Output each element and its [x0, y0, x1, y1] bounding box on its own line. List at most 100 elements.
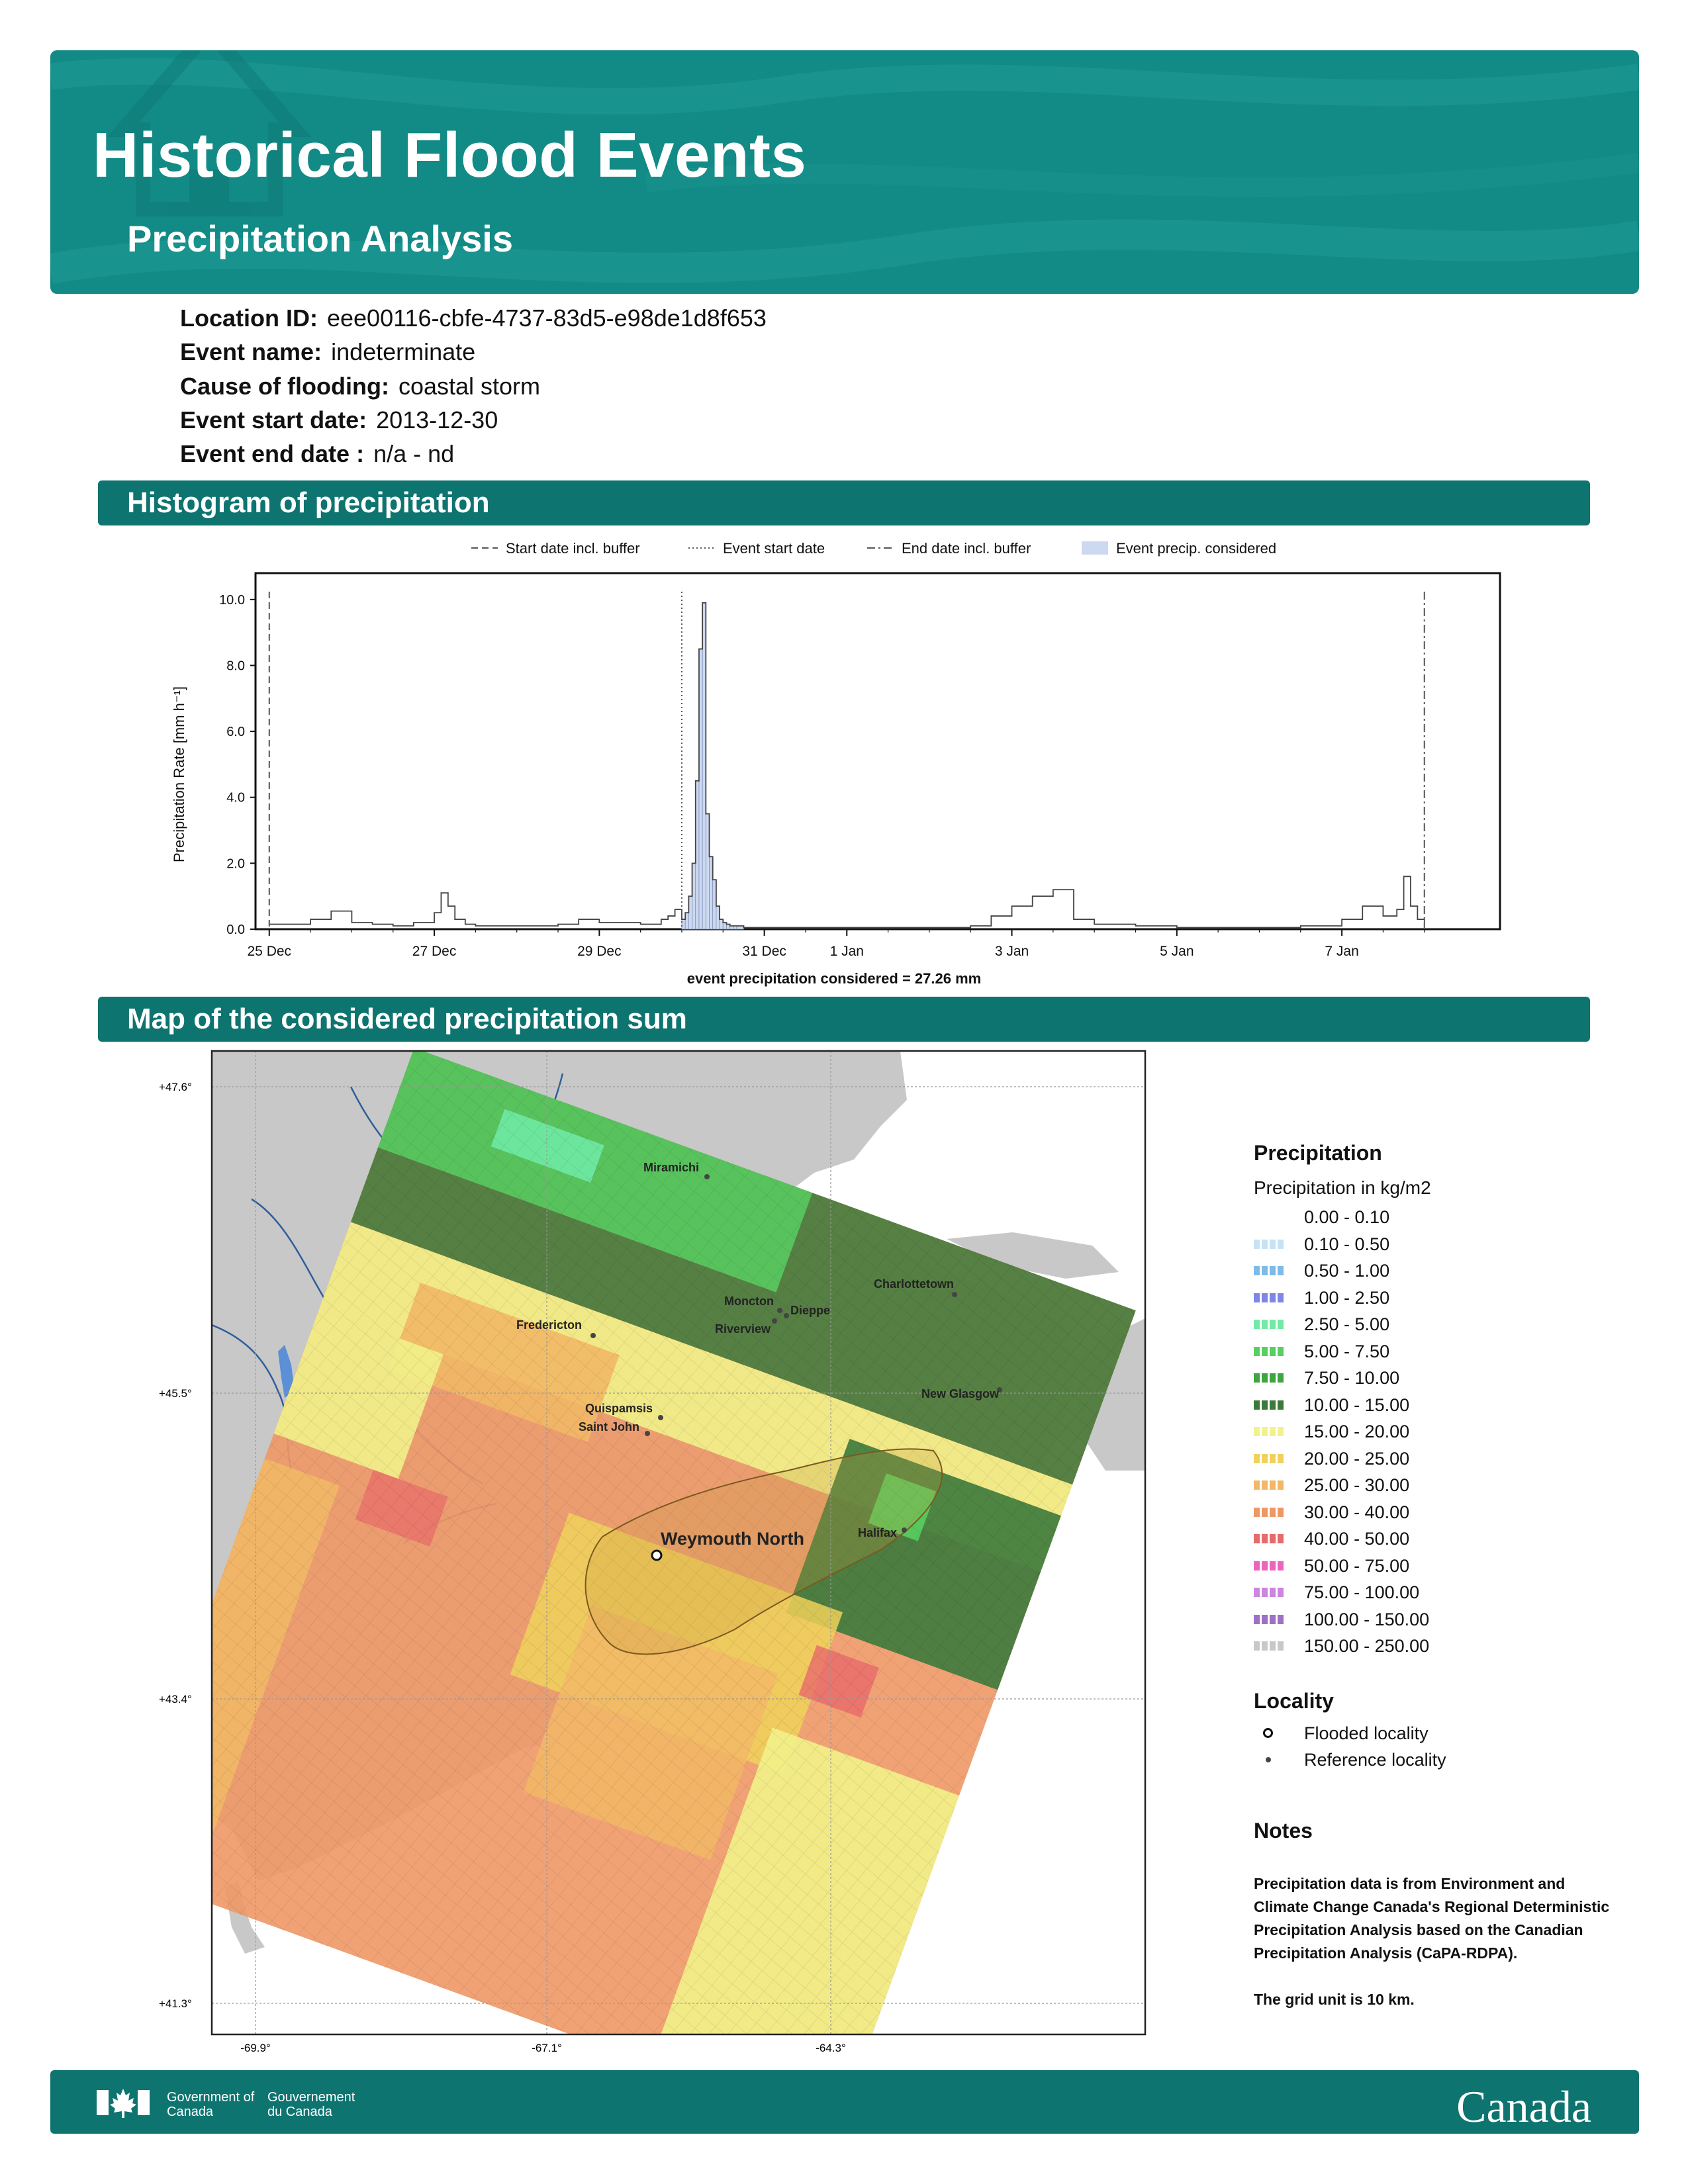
- place-label-moncton: Moncton: [724, 1295, 774, 1308]
- place-label-quispamsis: Quispamsis: [585, 1402, 653, 1415]
- info-label: Location ID:: [180, 304, 318, 332]
- histogram-y-axis-label: Precipitation Rate [mm h⁻¹]: [171, 686, 187, 862]
- histogram-plot-area: 0.0 2.0 4.0 6.0 8.0 10.0 25 Dec 27 Dec 29 Dec 31 …: [219, 572, 1501, 959]
- info-label: Event end date :: [180, 440, 365, 467]
- legend-label: 2.50 - 5.00: [1304, 1314, 1390, 1334]
- x-tick-label: 25 Dec: [248, 944, 292, 959]
- legend-item: 75.00 - 100.00: [1254, 1579, 1624, 1606]
- legend-swatch: [1254, 1453, 1284, 1463]
- legend-swatch: [1254, 1400, 1284, 1410]
- lat-label: +43.4°: [159, 1693, 192, 1706]
- x-tick-label: 5 Jan: [1160, 944, 1194, 959]
- place-label-new-glasgow: New Glasgow: [921, 1387, 1000, 1400]
- legend-item: 10.00 - 15.00: [1254, 1392, 1624, 1419]
- header-banner: Historical Flood Events Precipitation An…: [50, 50, 1639, 294]
- notes-text: Precipitation data is from Environment a…: [1254, 1875, 1610, 1962]
- legend-label: Flooded locality: [1304, 1723, 1429, 1743]
- legend-swatch: [1254, 1614, 1284, 1624]
- legend-flooded-locality: Flooded locality: [1254, 1720, 1624, 1747]
- info-location-id: Location ID: eee00116-cbfe-4737-83d5-e98d…: [180, 304, 767, 332]
- info-event-name: Event name: indeterminate: [180, 338, 475, 366]
- legend-entry-label: Event precip. considered: [1116, 540, 1276, 557]
- flooded-marker-icon: [1263, 1727, 1273, 1738]
- legend-item: 1.00 - 2.50: [1254, 1285, 1624, 1312]
- legend-label: 40.00 - 50.00: [1304, 1529, 1410, 1549]
- legend-item: 15.00 - 20.00: [1254, 1418, 1624, 1445]
- x-tick-label: 7 Jan: [1325, 944, 1358, 959]
- locality-title: Locality: [1254, 1688, 1334, 1713]
- lat-label: +41.3°: [159, 1997, 192, 2010]
- place-label-weymouth-north: Weymouth North: [661, 1529, 804, 1549]
- page-subtitle: Precipitation Analysis: [127, 218, 513, 259]
- legend-swatch: [1254, 1346, 1284, 1356]
- legend-label: 10.00 - 15.00: [1304, 1394, 1410, 1415]
- section-histogram-header: Histogram of precipitation: [98, 480, 1590, 525]
- legend-label: 15.00 - 20.00: [1304, 1422, 1410, 1441]
- legend-item: 0.00 - 0.10: [1254, 1204, 1624, 1231]
- precip-step-line: [269, 602, 1425, 929]
- legend-swatch: [1254, 1212, 1284, 1222]
- legend-swatch: [1254, 1266, 1284, 1275]
- legend-items: 0.00 - 0.10 0.10 - 0.50 0.50 - 1.00 1.00 - …: [1254, 1204, 1624, 1660]
- legend-swatch: [1254, 1293, 1284, 1302]
- legend-item: 150.00 - 250.00: [1254, 1633, 1624, 1660]
- x-tick-label: 31 Dec: [742, 944, 786, 959]
- page-title: Historical Flood Events: [93, 120, 807, 191]
- legend-reference-locality: Reference locality: [1254, 1747, 1624, 1773]
- legend-item: 50.00 - 75.00: [1254, 1553, 1624, 1580]
- info-label: Event start date:: [180, 406, 367, 433]
- legend-swatch: [1254, 1588, 1284, 1597]
- lon-label: -64.3°: [816, 2042, 846, 2053]
- lon-label: -69.9°: [240, 2042, 271, 2053]
- legend-swatch: [1254, 1507, 1284, 1517]
- legend-label: 75.00 - 100.00: [1304, 1582, 1420, 1602]
- map-legend: Precipitation Precipitation in kg/m2 0.0…: [1254, 1141, 1624, 1773]
- place-label-charlottetown: Charlottetown: [874, 1277, 954, 1291]
- legend-label: 7.50 - 10.00: [1304, 1368, 1400, 1388]
- y-tick-label: 4.0: [226, 791, 245, 805]
- legend-entry-label: Start date incl. buffer: [506, 540, 640, 557]
- x-tick-label: 29 Dec: [577, 944, 622, 959]
- legend-label: 1.00 - 2.50: [1304, 1287, 1390, 1308]
- legend-entry-label: Event start date: [723, 540, 825, 557]
- canada-flag-icon: [97, 2089, 150, 2118]
- legend-swatch: [1254, 1480, 1284, 1490]
- lon-label: -67.1°: [532, 2042, 562, 2053]
- legend-label: 0.00 - 0.10: [1304, 1207, 1390, 1227]
- lat-label: +47.6°: [159, 1081, 192, 1093]
- government-of-canada-label: Government of Canada: [167, 2090, 255, 2119]
- lat-label: +45.5°: [159, 1387, 192, 1400]
- legend-label: 0.10 - 0.50: [1304, 1234, 1390, 1254]
- info-end-date: Event end date : n/a - nd: [180, 440, 454, 468]
- info-value: 2013-12-30: [376, 406, 498, 433]
- legend-title: Precipitation: [1254, 1141, 1382, 1165]
- y-tick-label: 0.0: [226, 923, 245, 937]
- notes-grid-unit: The grid unit is 10 km.: [1254, 1991, 1415, 2008]
- legend-item: 5.00 - 7.50: [1254, 1338, 1624, 1365]
- legend-swatch: [1254, 1373, 1284, 1383]
- legend-item: 2.50 - 5.00: [1254, 1311, 1624, 1338]
- legend-item: 0.50 - 1.00: [1254, 1257, 1624, 1285]
- legend-label: 0.50 - 1.00: [1304, 1261, 1390, 1281]
- y-tick-label: 6.0: [226, 725, 245, 739]
- legend-subtitle: Precipitation in kg/m2: [1254, 1177, 1431, 1198]
- legend-item: 30.00 - 40.00: [1254, 1499, 1624, 1526]
- x-tick-label: 27 Dec: [412, 944, 457, 959]
- y-tick-label: 2.0: [226, 856, 245, 871]
- legend-label: 20.00 - 25.00: [1304, 1448, 1410, 1469]
- reference-marker-icon: [1266, 1756, 1271, 1762]
- legend-swatch: [1254, 1534, 1284, 1543]
- histogram-x-axis-label: event precipitation considered = 27.26 m…: [687, 970, 981, 987]
- place-label-miramichi: Miramichi: [643, 1161, 699, 1174]
- x-tick-label: 1 Jan: [830, 944, 864, 959]
- legend-item: 100.00 - 150.00: [1254, 1606, 1624, 1633]
- precipitation-map: +47.6° +45.5° +43.4° +41.3° -69.9° -67.1…: [159, 1050, 1147, 2053]
- info-value: n/a - nd: [373, 440, 455, 467]
- legend-label: 100.00 - 150.00: [1304, 1609, 1430, 1629]
- histogram-legend: Start date incl. buffer Event start date E…: [471, 540, 1276, 557]
- histogram-frame: [254, 572, 1501, 931]
- legend-label: 30.00 - 40.00: [1304, 1502, 1410, 1522]
- legend-item: 7.50 - 10.00: [1254, 1365, 1624, 1392]
- y-tick-label: 8.0: [226, 659, 245, 673]
- place-label-dieppe: Dieppe: [790, 1304, 830, 1317]
